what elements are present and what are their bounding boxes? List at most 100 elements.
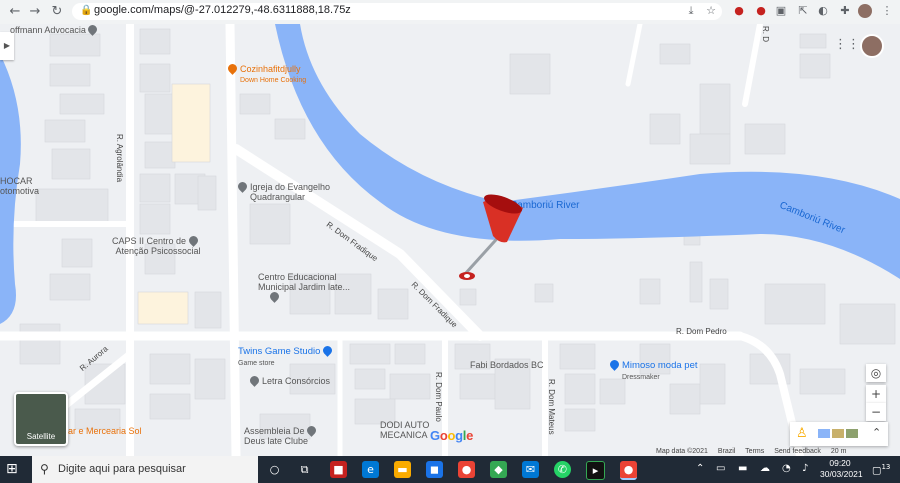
mail-icon[interactable]: ✉ <box>522 461 539 478</box>
expand-icon[interactable]: ⌃ <box>872 426 881 439</box>
school-pin-icon <box>268 290 281 303</box>
business-pin-icon <box>248 374 261 387</box>
locate-icon[interactable]: ◎ <box>866 364 886 382</box>
app2-icon[interactable]: ◆ <box>490 461 507 478</box>
side-panel-toggle[interactable]: ▶ <box>0 32 14 60</box>
poi-name: Igreja do Evangelho <box>250 182 331 192</box>
layer-thumb-icon-3[interactable] <box>846 429 858 438</box>
poi-name: lar e Mercearia Sol <box>66 426 142 436</box>
chrome-icon[interactable]: ● <box>458 461 475 478</box>
poi-dodi-auto[interactable]: DODI AUTO MECANICA <box>380 420 429 440</box>
poi-name: Centro Educacional <box>258 272 337 282</box>
cortana-icon[interactable]: ○ <box>266 461 283 478</box>
task-view-icon[interactable]: ⧉ <box>296 461 313 478</box>
poi-centro-educacional[interactable]: Centro Educacional Municipal Jardim late… <box>258 272 351 303</box>
poi-mercearia[interactable]: lar e Mercearia Sol <box>66 426 142 436</box>
poi-name: Cozinhafitdjully <box>240 64 301 74</box>
layer-thumb-icon[interactable] <box>818 429 830 438</box>
tray-chevron-icon[interactable]: ⌃ <box>696 463 704 474</box>
store-icon[interactable]: ◼ <box>426 461 443 478</box>
cloud-icon[interactable]: ☁ <box>760 463 770 474</box>
shop-pin-icon <box>608 358 621 371</box>
poi-sub: Municipal Jardim late... <box>258 282 351 292</box>
star-icon[interactable]: ☆ <box>704 4 718 18</box>
search-icon: ⚲ <box>40 462 49 476</box>
region[interactable]: Brazil <box>718 448 736 455</box>
pegman-icon[interactable]: ♙ <box>796 426 808 441</box>
profile-ext-icon[interactable]: ◐ <box>816 4 830 18</box>
apps-grid-icon[interactable]: ⋮⋮ <box>834 38 860 52</box>
poi-hocar[interactable]: HOCAR otomotiva <box>0 176 39 196</box>
scale-label[interactable]: 20 m <box>831 448 847 455</box>
poi-cozinhafitdjully[interactable]: Cozinhafitdjully Down Home Cooking <box>226 62 306 84</box>
map-canvas[interactable]: ▶ ⋮⋮ Camboriú River Camboriú River Cozin… <box>0 24 900 456</box>
poi-sub: Game store <box>238 360 275 367</box>
location-marker-icon[interactable] <box>445 192 525 292</box>
layers-bar[interactable]: ♙ ⌃ <box>790 422 888 446</box>
poi-mimoso[interactable]: Mimoso moda pet Dressmaker <box>608 358 698 382</box>
poi-name: Twins Game Studio <box>238 346 321 357</box>
poi-sub: MECANICA <box>380 430 428 440</box>
satellite-label: Satellite <box>26 432 56 441</box>
external-icon[interactable]: ⇱ <box>796 4 810 18</box>
poi-name: HOCAR <box>0 176 33 186</box>
whatsapp-icon[interactable]: ✆ <box>554 461 571 478</box>
street-label: R. Dom Mateus <box>547 379 556 435</box>
lock-icon: 🔒 <box>80 5 93 16</box>
extension-2-icon[interactable]: ● <box>754 4 768 18</box>
zoom-out-button[interactable]: − <box>866 403 886 421</box>
photo-icon[interactable]: ▣ <box>774 4 788 18</box>
poi-name: offmann Advocacia <box>10 25 86 35</box>
taskbar: ⊞ ⚲ Digite aqui para pesquisar ○ ⧉ ■ e ▬… <box>0 456 900 483</box>
profile-icon[interactable] <box>858 4 872 18</box>
notification-icon[interactable]: ▢13 <box>872 463 890 476</box>
taskbar-search[interactable]: ⚲ Digite aqui para pesquisar <box>32 456 258 483</box>
tray-app-icon[interactable]: ▭ <box>716 463 725 474</box>
street-label: R. Agrolândia <box>115 134 124 183</box>
search-placeholder: Digite aqui para pesquisar <box>58 463 186 475</box>
poi-name: Letra Consórcios <box>262 376 331 386</box>
poi-twins-game-studio[interactable]: Twins Game Studio Game store <box>238 344 335 368</box>
poi-assembleia[interactable]: Assembleia De Deus late Clube <box>244 424 319 446</box>
url-text: google.com/maps/@-27.012279,-48.6311888,… <box>94 4 351 16</box>
system-clock[interactable]: 09:20 30/03/2021 <box>820 458 863 480</box>
puzzle-icon[interactable]: ✚ <box>838 4 852 18</box>
layer-thumb-icon-2[interactable] <box>832 429 844 438</box>
poi-sub: Deus late Clube <box>244 436 309 446</box>
poi-igreja[interactable]: Igreja do Evangelho Quadrangular <box>236 180 331 202</box>
poi-caps[interactable]: CAPS II Centro de Atenção Psicossocial <box>112 234 201 256</box>
zoom-in-button[interactable]: + <box>866 385 886 403</box>
poi-hoffmann[interactable]: offmann Advocacia <box>10 24 100 36</box>
map-footer: Map data ©2021 Brazil Terms Send feedbac… <box>656 448 900 456</box>
address-bar[interactable]: 🔒 google.com/maps/@-27.012279,-48.631188… <box>72 3 722 20</box>
avatar[interactable] <box>860 34 884 58</box>
edge-icon[interactable]: e <box>362 461 379 478</box>
reload-icon[interactable]: ↻ <box>48 3 66 21</box>
windows-start-icon[interactable]: ⊞ <box>6 461 22 477</box>
date: 30/03/2021 <box>820 469 863 479</box>
feedback-link[interactable]: Send feedback <box>774 448 821 455</box>
app-icon[interactable]: ■ <box>330 461 347 478</box>
back-arrow-icon[interactable]: ← <box>6 3 24 21</box>
download-icon[interactable]: ⤓ <box>684 4 698 18</box>
poi-name: Mimoso moda pet <box>622 360 698 371</box>
office-pin-icon <box>86 24 100 36</box>
poi-sub: otomotiva <box>0 186 40 196</box>
poi-sub: Atenção Psicossocial <box>115 246 201 256</box>
poi-fabi-bordados[interactable]: Fabi Bordados BC <box>470 360 544 370</box>
street-label: R. D <box>761 26 770 42</box>
chrome-active-icon[interactable]: ● <box>620 461 637 480</box>
poi-name: Assembleia De <box>244 426 305 436</box>
volume-icon[interactable]: ♪ <box>802 463 808 474</box>
terms-link[interactable]: Terms <box>745 448 764 455</box>
adblock-icon[interactable]: ● <box>732 4 746 18</box>
terminal-icon[interactable]: ▸ <box>586 461 605 480</box>
forward-arrow-icon[interactable]: → <box>26 3 44 21</box>
battery-icon[interactable]: ▬ <box>738 463 747 474</box>
poi-name: CAPS II Centro de <box>112 236 187 246</box>
poi-letra-consorcios[interactable]: Letra Consórcios <box>248 374 331 387</box>
menu-icon[interactable]: ⋮ <box>880 4 894 18</box>
folder-icon[interactable]: ▬ <box>394 461 411 478</box>
satellite-toggle[interactable]: Satellite <box>14 392 68 446</box>
wifi-icon[interactable]: ◔ <box>782 463 791 474</box>
